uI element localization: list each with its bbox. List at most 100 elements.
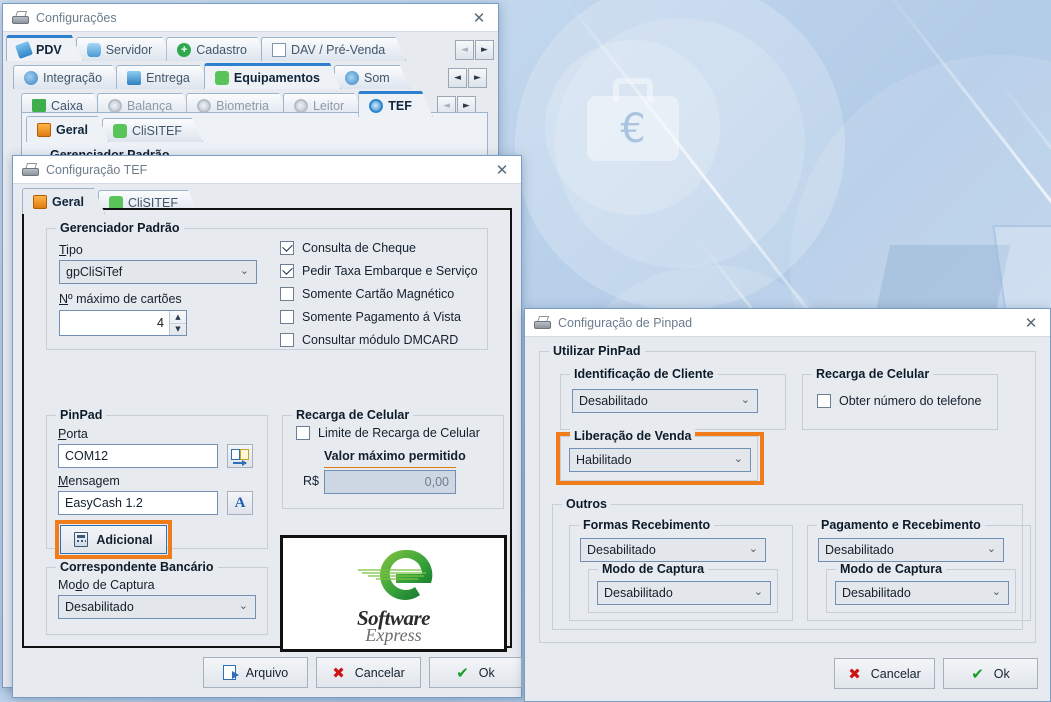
stepper-down-icon[interactable]: ▼ xyxy=(170,324,186,336)
pagamento-recebimento-value: Desabilitado xyxy=(825,543,894,557)
calculator-icon xyxy=(74,532,88,547)
tipo-label-rest: ipo xyxy=(66,243,83,257)
tab-label: Biometria xyxy=(216,99,269,113)
pinpad-dialog-title: Configuração de Pinpad xyxy=(558,316,1016,330)
cancelar-label: Cancelar xyxy=(355,666,405,680)
chevron-down-icon: ⌄ xyxy=(741,393,750,406)
checkbox-consulta-cheque[interactable]: Consulta de Cheque xyxy=(280,241,416,255)
formas-modo-captura-combo[interactable]: Desabilitado ⌄ xyxy=(597,581,771,605)
tab-dav-prevenda[interactable]: DAV / Pré-Venda xyxy=(261,37,406,61)
tab-prev-button[interactable]: ◄ xyxy=(448,68,467,88)
tab-clisitef[interactable]: CliSITEF xyxy=(102,118,203,142)
tab-servidor[interactable]: Servidor xyxy=(76,37,174,61)
logo-line2: Express xyxy=(357,626,430,644)
checkbox-somente-cartao-magnetico[interactable]: Somente Cartão Magnético xyxy=(280,287,454,301)
cancelar-button[interactable]: ✖ Cancelar xyxy=(834,658,935,689)
gear-icon xyxy=(197,99,211,113)
briefcase-watermark-icon: € xyxy=(545,40,720,215)
checkbox-pedir-taxa[interactable]: Pedir Taxa Embarque e Serviço xyxy=(280,264,478,278)
liberacao-venda-combo[interactable]: Habilitado ⌄ xyxy=(569,448,751,472)
tab-integracao[interactable]: Integração xyxy=(13,65,123,89)
geral-icon xyxy=(37,123,51,137)
checkbox-box[interactable] xyxy=(280,287,294,301)
checkbox-obter-numero-telefone[interactable]: Obter número do telefone xyxy=(817,394,981,408)
max-cartoes-stepper[interactable]: 4 ▲ ▼ xyxy=(59,310,187,336)
checkbox-box[interactable] xyxy=(280,333,294,347)
checkbox-box[interactable] xyxy=(817,394,831,408)
valor-maximo-input[interactable]: 0,00 xyxy=(324,470,456,494)
tab-label: Equipamentos xyxy=(234,71,320,85)
close-icon[interactable]: ✕ xyxy=(487,159,517,181)
group-pagamento-modo-captura: Modo de Captura Desabilitado ⌄ xyxy=(826,569,1016,613)
tab-entrega[interactable]: Entrega xyxy=(116,65,211,89)
currency-label: R$ xyxy=(303,474,319,488)
tab-next-button[interactable]: ► xyxy=(475,40,494,60)
correspondente-modo-combo[interactable]: Desabilitado ⌄ xyxy=(58,595,256,619)
checkbox-box[interactable] xyxy=(280,264,294,278)
close-icon[interactable]: ✕ xyxy=(1016,312,1046,334)
pagamento-modo-captura-combo[interactable]: Desabilitado ⌄ xyxy=(835,581,1009,605)
group-caption: Identificação de Cliente xyxy=(570,367,718,381)
tab-prev-button[interactable]: ◄ xyxy=(455,40,474,60)
group-caption: Formas Recebimento xyxy=(579,518,714,532)
porta-input[interactable]: COM12 xyxy=(58,444,218,468)
cancelar-button[interactable]: ✖ Cancelar xyxy=(316,657,421,688)
green-check-icon: ✔ xyxy=(971,665,984,683)
chevron-down-icon: ⌄ xyxy=(239,599,248,612)
stepper-buttons[interactable]: ▲ ▼ xyxy=(169,311,186,335)
tab-geral[interactable]: Geral xyxy=(22,188,105,214)
valor-maximo-value: 0,00 xyxy=(425,475,449,489)
group-correspondente-bancario: Correspondente Bancário Modo de Captura … xyxy=(46,567,268,635)
group-recarga-celular: Recarga de Celular Limite de Recarga de … xyxy=(282,415,504,509)
group-caption: Pagamento e Recebimento xyxy=(817,518,985,532)
checkbox-somente-pagamento-vista[interactable]: Somente Pagamento á Vista xyxy=(280,310,461,324)
tab-label: Leitor xyxy=(313,99,344,113)
correspondente-modo-value: Desabilitado xyxy=(65,600,134,614)
tab-geral[interactable]: Geral xyxy=(26,116,109,142)
adicional-button[interactable]: Adicional xyxy=(60,525,167,554)
stepper-up-icon[interactable]: ▲ xyxy=(170,311,186,324)
formas-recebimento-combo[interactable]: Desabilitado ⌄ xyxy=(580,538,766,562)
ok-label: Ok xyxy=(994,667,1010,681)
tipo-combo[interactable]: gpCliSiTef ⌄ xyxy=(59,260,257,284)
checkbox-consultar-dmcard[interactable]: Consultar módulo DMCARD xyxy=(280,333,458,347)
group-pinpad: PinPad Porta COM12 Mensagem EasyCash 1.2… xyxy=(46,415,268,549)
tipo-value: gpCliSiTef xyxy=(66,265,122,279)
pdv-icon xyxy=(15,41,33,59)
close-icon[interactable]: ✕ xyxy=(464,7,494,29)
tab-som[interactable]: Som xyxy=(334,65,411,89)
checkbox-box[interactable] xyxy=(280,310,294,324)
group-caption: Utilizar PinPad xyxy=(549,344,645,358)
mensagem-label: Mensagem xyxy=(58,474,120,488)
arquivo-label: Arquivo xyxy=(246,666,288,680)
tab-tef[interactable]: TEF xyxy=(358,91,433,117)
group-formas-recebimento: Formas Recebimento Desabilitado ⌄ Modo d… xyxy=(569,525,793,621)
mensagem-input[interactable]: EasyCash 1.2 xyxy=(58,491,218,515)
checkbox-limite-recarga[interactable]: Limite de Recarga de Celular xyxy=(296,426,480,440)
file-arrow-icon xyxy=(223,665,236,680)
porta-copy-button[interactable] xyxy=(227,444,253,468)
pagamento-recebimento-combo[interactable]: Desabilitado ⌄ xyxy=(818,538,1004,562)
tab-cadastro[interactable]: + Cadastro xyxy=(166,37,268,61)
pagamento-modo-captura-value: Desabilitado xyxy=(842,586,911,600)
identificacao-combo[interactable]: Desabilitado ⌄ xyxy=(572,389,758,413)
mensagem-font-button[interactable]: A xyxy=(227,491,253,515)
tab-nav-secondary: ◄ ► xyxy=(448,68,487,88)
tab-equipamentos[interactable]: Equipamentos xyxy=(204,63,341,89)
group-utilizar-pinpad: Utilizar PinPad Identificação de Cliente… xyxy=(539,351,1036,643)
group-caption: Liberação de Venda xyxy=(570,429,695,443)
ok-button[interactable]: ✔ Ok xyxy=(943,658,1038,689)
tab-next-button[interactable]: ► xyxy=(468,68,487,88)
checkbox-box[interactable] xyxy=(280,241,294,255)
server-icon xyxy=(87,43,101,57)
ok-button[interactable]: ✔ Ok xyxy=(429,657,522,688)
tab-label: Entrega xyxy=(146,71,190,85)
checkbox-box[interactable] xyxy=(296,426,310,440)
tef-config-dialog: Configuração TEF ✕ Geral CliSITEF Gerenc… xyxy=(12,155,522,698)
group-caption: Recarga de Celular xyxy=(292,408,413,422)
group-caption: Recarga de Celular xyxy=(812,367,933,381)
tab-pdv[interactable]: PDV xyxy=(6,35,83,61)
arquivo-button[interactable]: Arquivo xyxy=(203,657,308,688)
max-cartoes-label: Nº máximo de cartões xyxy=(59,292,182,306)
adicional-label: Adicional xyxy=(96,533,152,547)
